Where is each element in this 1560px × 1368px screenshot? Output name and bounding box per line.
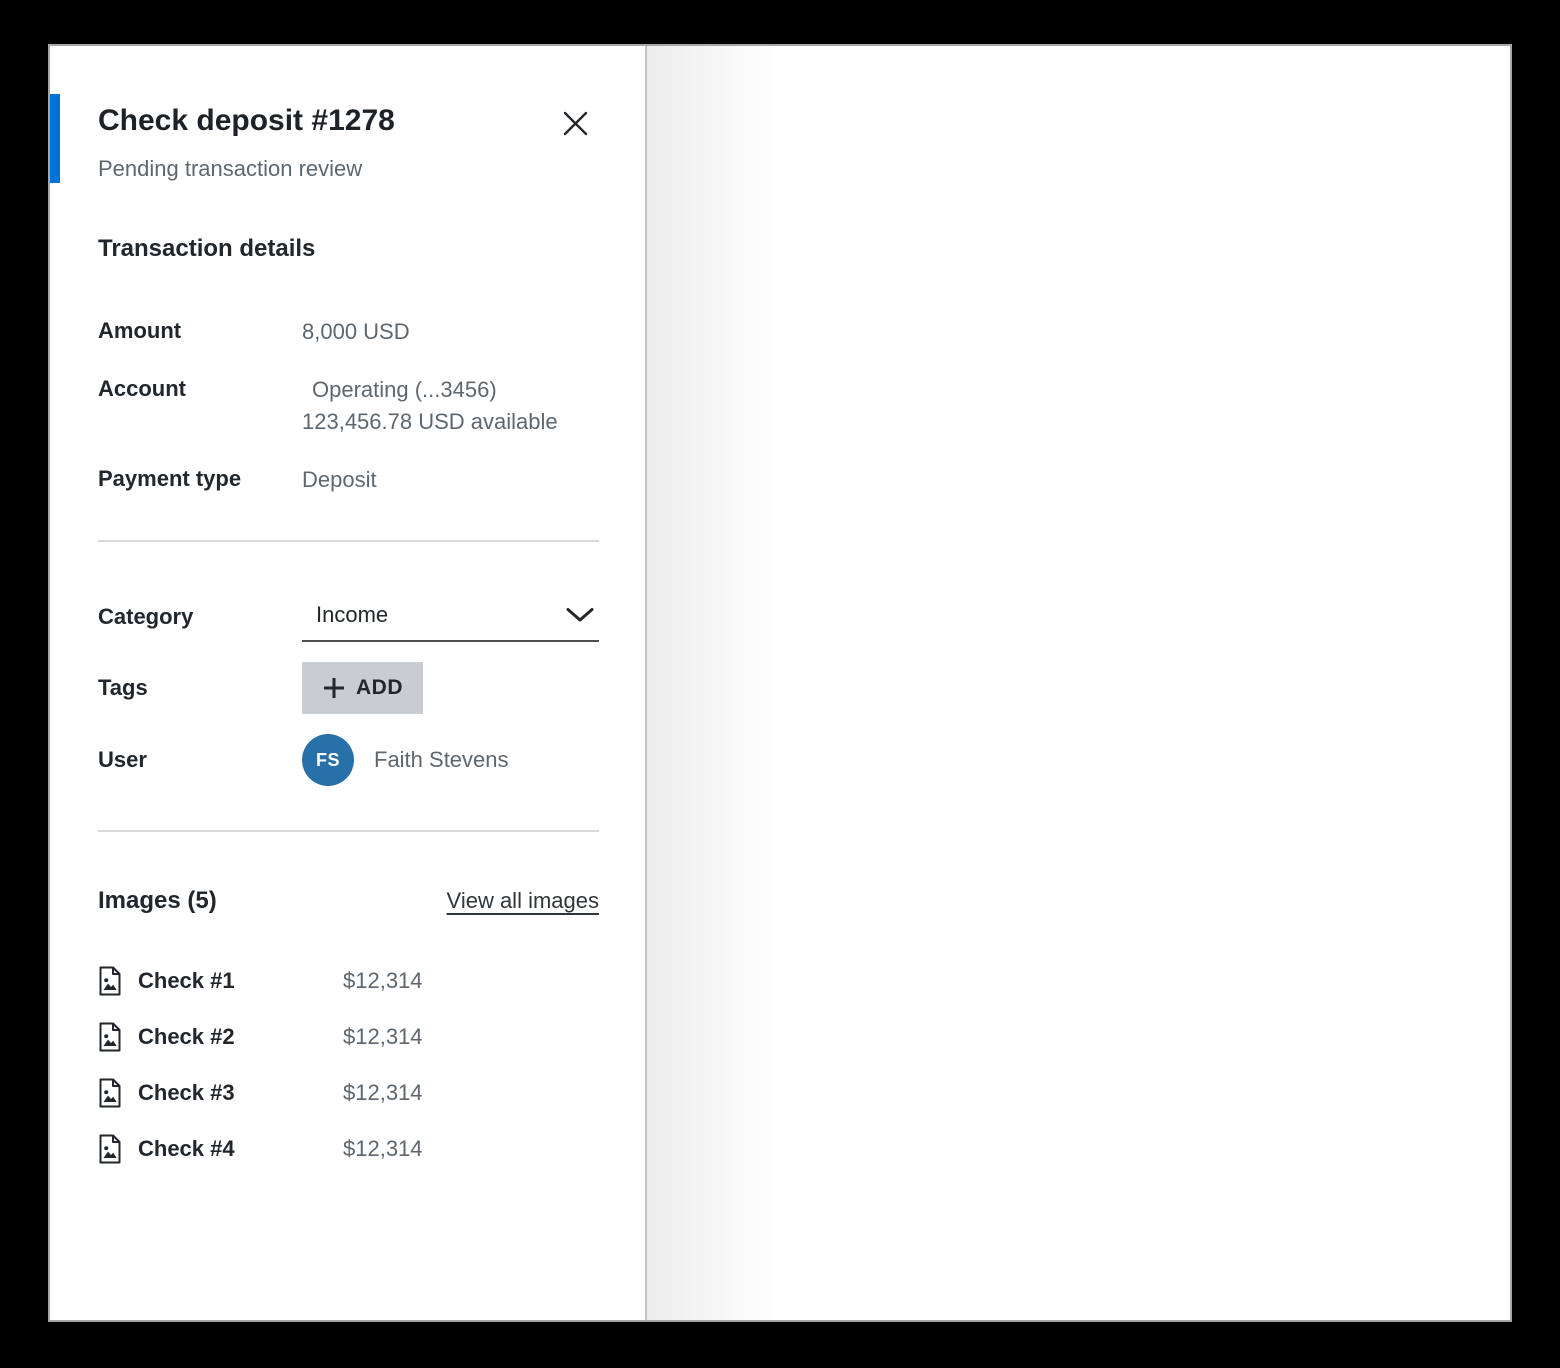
image-row-check-1[interactable]: Check #1 $12,314 (98, 966, 599, 996)
image-name: Check #2 (138, 1024, 343, 1050)
divider (98, 830, 599, 832)
category-label: Category (98, 594, 302, 632)
transaction-details-list: Amount 8,000 USD Account Operating (...3… (98, 316, 599, 496)
app-window: Check deposit #1278 Pending transaction … (48, 44, 1512, 1322)
view-all-images-link[interactable]: View all images (447, 888, 599, 914)
image-name: Check #1 (138, 968, 343, 994)
image-amount: $12,314 (343, 968, 599, 994)
image-file-icon (98, 1078, 122, 1108)
image-file-icon (98, 1022, 122, 1052)
account-value: Operating (...3456) 123,456.78 USD avail… (302, 374, 599, 438)
plus-icon (322, 676, 346, 700)
close-icon (562, 110, 589, 137)
transaction-detail-drawer: Check deposit #1278 Pending transaction … (50, 46, 647, 1320)
image-list: Check #1 $12,314 Check #2 $12,314 (98, 966, 599, 1164)
drawer-title: Check deposit #1278 (98, 100, 395, 142)
user-cell: FS Faith Stevens (302, 734, 599, 786)
transaction-details-heading: Transaction details (98, 232, 599, 266)
image-file-icon (98, 966, 122, 996)
image-amount: $12,314 (343, 1136, 599, 1162)
main-content-blank (647, 46, 1510, 1320)
image-row-check-3[interactable]: Check #3 $12,314 (98, 1078, 599, 1108)
payment-type-label: Payment type (98, 464, 302, 496)
image-row-check-4[interactable]: Check #4 $12,314 (98, 1134, 599, 1164)
detail-row-account: Account Operating (...3456) 123,456.78 U… (98, 374, 599, 438)
image-name: Check #4 (138, 1136, 343, 1162)
detail-row-amount: Amount 8,000 USD (98, 316, 599, 348)
drawer-header: Check deposit #1278 (98, 100, 599, 142)
screen-background: Check deposit #1278 Pending transaction … (0, 0, 1560, 1368)
category-selected-value: Income (316, 600, 388, 630)
payment-type-value: Deposit (302, 464, 599, 496)
image-file-icon (98, 1134, 122, 1164)
chevron-down-icon (565, 607, 595, 623)
divider (98, 540, 599, 542)
user-name: Faith Stevens (374, 747, 509, 773)
user-label: User (98, 745, 302, 775)
edit-fields: Category Income Tags (98, 594, 599, 786)
add-tag-button[interactable]: ADD (302, 662, 423, 714)
images-heading: Images (5) (98, 884, 217, 918)
image-amount: $12,314 (343, 1024, 599, 1050)
add-tag-label: ADD (356, 676, 403, 700)
drawer-subtitle: Pending transaction review (98, 154, 599, 184)
tags-label: Tags (98, 673, 302, 703)
image-row-check-2[interactable]: Check #2 $12,314 (98, 1022, 599, 1052)
category-select[interactable]: Income (302, 594, 599, 642)
detail-row-payment-type: Payment type Deposit (98, 464, 599, 496)
tags-row: Tags ADD (98, 662, 599, 714)
account-name: Operating (...3456) (302, 374, 599, 406)
image-name: Check #3 (138, 1080, 343, 1106)
user-avatar: FS (302, 734, 354, 786)
amount-label: Amount (98, 316, 302, 348)
close-button[interactable] (558, 106, 593, 141)
account-balance: 123,456.78 USD available (302, 406, 599, 438)
category-row: Category Income (98, 594, 599, 642)
user-row: User FS Faith Stevens (98, 734, 599, 786)
images-header: Images (5) View all images (98, 884, 599, 918)
account-label: Account (98, 374, 302, 438)
accent-bar (50, 94, 60, 183)
amount-value: 8,000 USD (302, 316, 599, 348)
image-amount: $12,314 (343, 1080, 599, 1106)
